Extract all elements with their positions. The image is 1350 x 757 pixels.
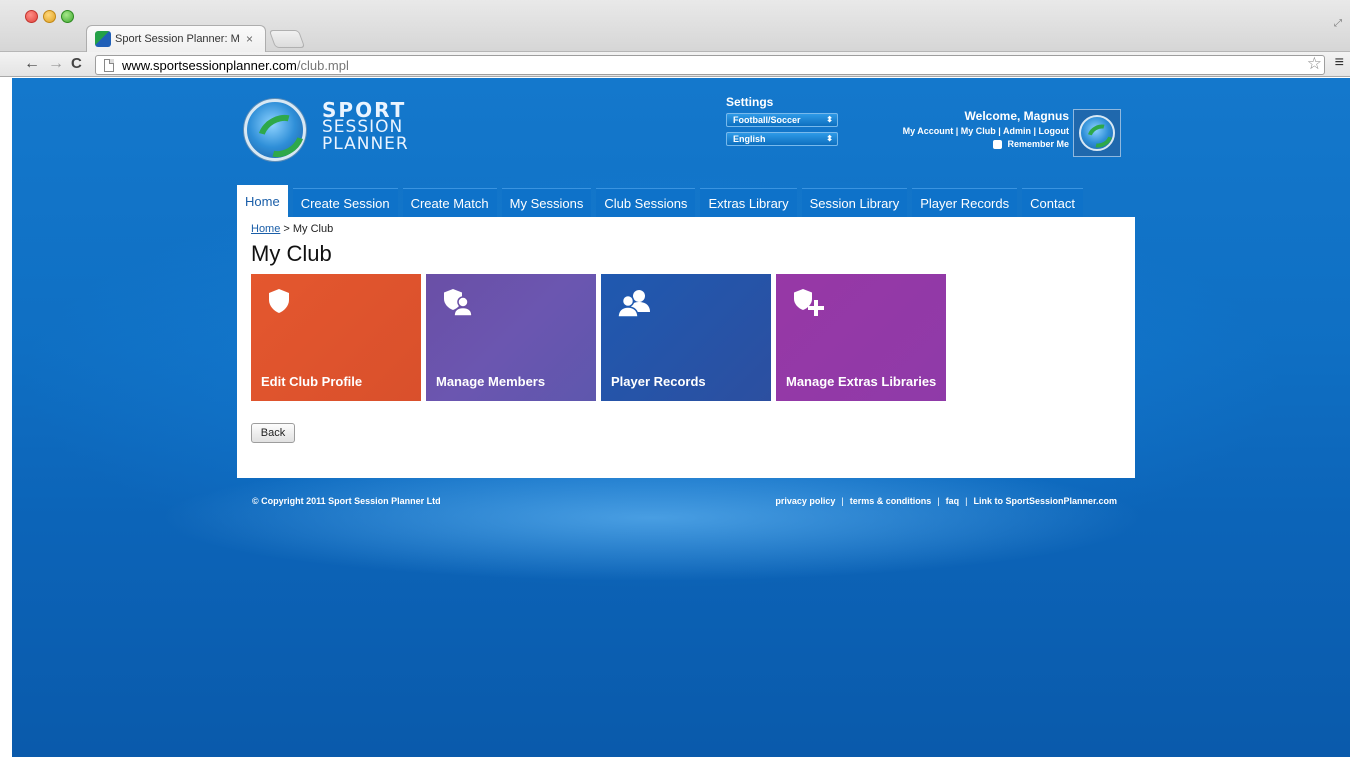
nav-tab-contact[interactable]: Contact <box>1022 188 1083 217</box>
select-arrows-icon: ⬍ <box>826 134 833 143</box>
breadcrumb-separator: > <box>280 223 293 235</box>
fullscreen-icon[interactable]: ⤢ <box>1334 18 1342 29</box>
bookmark-star-icon[interactable]: ☆ <box>1307 54 1322 74</box>
remember-me: Remember Me <box>903 139 1069 149</box>
edit-club-profile-tile[interactable]: Edit Club Profile <box>251 274 421 401</box>
welcome-message: Welcome, Magnus <box>964 109 1069 123</box>
close-window-button[interactable] <box>25 10 38 23</box>
footer-separator: | <box>965 496 968 506</box>
copyright-text: © Copyright 2011 Sport Session Planner L… <box>252 496 441 506</box>
site-logo[interactable]: SPORT SESSION PLANNER <box>244 99 444 174</box>
nav-tab-player-records[interactable]: Player Records <box>912 188 1018 217</box>
sport-select-value: Football/Soccer <box>733 115 801 125</box>
page-viewport: SPORT SESSION PLANNER Settings Football/… <box>12 78 1350 757</box>
back-button[interactable]: Back <box>251 423 295 443</box>
language-select[interactable]: English ⬍ <box>726 132 838 146</box>
account-panel: Welcome, Magnus My Account | My Club | A… <box>903 109 1069 149</box>
favicon-icon <box>95 31 111 47</box>
faq-link[interactable]: faq <box>946 496 960 506</box>
nav-tab-my-sessions[interactable]: My Sessions <box>501 188 592 217</box>
footer-links: privacy policy | terms & conditions | fa… <box>775 496 1117 506</box>
tile-label: Manage Members <box>436 374 546 389</box>
avatar[interactable] <box>1073 109 1121 157</box>
tab-title: Sport Session Planner: My <box>115 33 240 45</box>
breadcrumb: Home > My Club <box>251 223 333 235</box>
select-arrows-icon: ⬍ <box>826 115 833 124</box>
my-account-link[interactable]: My Account <box>903 126 954 136</box>
language-select-value: English <box>733 134 766 144</box>
browser-toolbar: ← → C www.sportsessionplanner.com /club.… <box>0 52 1350 77</box>
manage-members-tile[interactable]: Manage Members <box>426 274 596 401</box>
logo-line-planner: PLANNER <box>322 134 409 154</box>
logout-link[interactable]: Logout <box>1039 126 1070 136</box>
people-icon <box>617 290 650 318</box>
nav-tab-create-session[interactable]: Create Session <box>292 188 398 217</box>
nav-tab-create-match[interactable]: Create Match <box>402 188 497 217</box>
page-title: My Club <box>251 241 332 266</box>
settings-panel: Settings Football/Soccer ⬍ English ⬍ <box>726 95 838 151</box>
zoom-window-button[interactable] <box>61 10 74 23</box>
breadcrumb-home-link[interactable]: Home <box>251 223 280 235</box>
ssp-link[interactable]: Link to SportSessionPlanner.com <box>973 496 1117 506</box>
menu-icon[interactable]: ≡ <box>1335 54 1344 72</box>
browser-tab[interactable]: Sport Session Planner: My × <box>86 25 266 52</box>
address-bar[interactable]: www.sportsessionplanner.com /club.mpl <box>95 55 1325 75</box>
content-panel: Home > My Club My Club Edit Club Profile… <box>237 217 1135 478</box>
nav-tab-home[interactable]: Home <box>237 185 288 217</box>
breadcrumb-current: My Club <box>292 223 334 235</box>
tab-bar: Sport Session Planner: My × ⤢ <box>0 0 1350 52</box>
nav-tab-extras-library[interactable]: Extras Library <box>700 188 797 217</box>
logo-icon <box>244 99 306 161</box>
footer-separator: | <box>841 496 844 506</box>
settings-title: Settings <box>726 95 774 109</box>
footer-separator: | <box>937 496 940 506</box>
privacy-policy-link[interactable]: privacy policy <box>775 496 835 506</box>
minimize-window-button[interactable] <box>43 10 56 23</box>
nav-tab-session-library[interactable]: Session Library <box>801 188 908 217</box>
back-arrow-icon[interactable]: ← <box>24 54 40 74</box>
tile-label: Manage Extras Libraries <box>786 374 937 389</box>
account-links: My Account | My Club | Admin | Logout <box>902 126 1070 136</box>
browser-window: Sport Session Planner: My × ⤢ ← → C www.… <box>0 0 1350 757</box>
url-path: /club.mpl <box>296 57 349 73</box>
avatar-logo-icon <box>1079 115 1115 151</box>
reload-icon[interactable]: C <box>71 54 82 74</box>
tile-label: Player Records <box>611 374 706 389</box>
shield-person-icon <box>444 289 473 316</box>
forward-arrow-icon[interactable]: → <box>48 54 64 74</box>
manage-extras-libraries-tile[interactable]: Manage Extras Libraries <box>776 274 946 401</box>
main-nav: Home Create Session Create Match My Sess… <box>237 185 1088 217</box>
remember-me-label: Remember Me <box>1007 139 1069 149</box>
tab-close-icon[interactable]: × <box>246 32 253 46</box>
logo-text: SPORT SESSION PLANNER <box>322 100 409 154</box>
tile-label: Edit Club Profile <box>261 374 363 389</box>
player-records-tile[interactable]: Player Records <box>601 274 771 401</box>
page-icon <box>104 58 114 72</box>
remember-me-checkbox[interactable] <box>993 139 1003 149</box>
nav-tab-club-sessions[interactable]: Club Sessions <box>596 188 696 217</box>
url-host: www.sportsessionplanner.com <box>122 57 297 73</box>
terms-link[interactable]: terms & conditions <box>850 496 932 506</box>
admin-link[interactable]: Admin <box>1003 126 1031 136</box>
shield-plus-icon <box>794 289 824 316</box>
shield-icon <box>269 289 289 313</box>
my-club-link[interactable]: My Club <box>961 126 996 136</box>
sport-select[interactable]: Football/Soccer ⬍ <box>726 113 838 127</box>
new-tab-button[interactable] <box>268 30 306 48</box>
